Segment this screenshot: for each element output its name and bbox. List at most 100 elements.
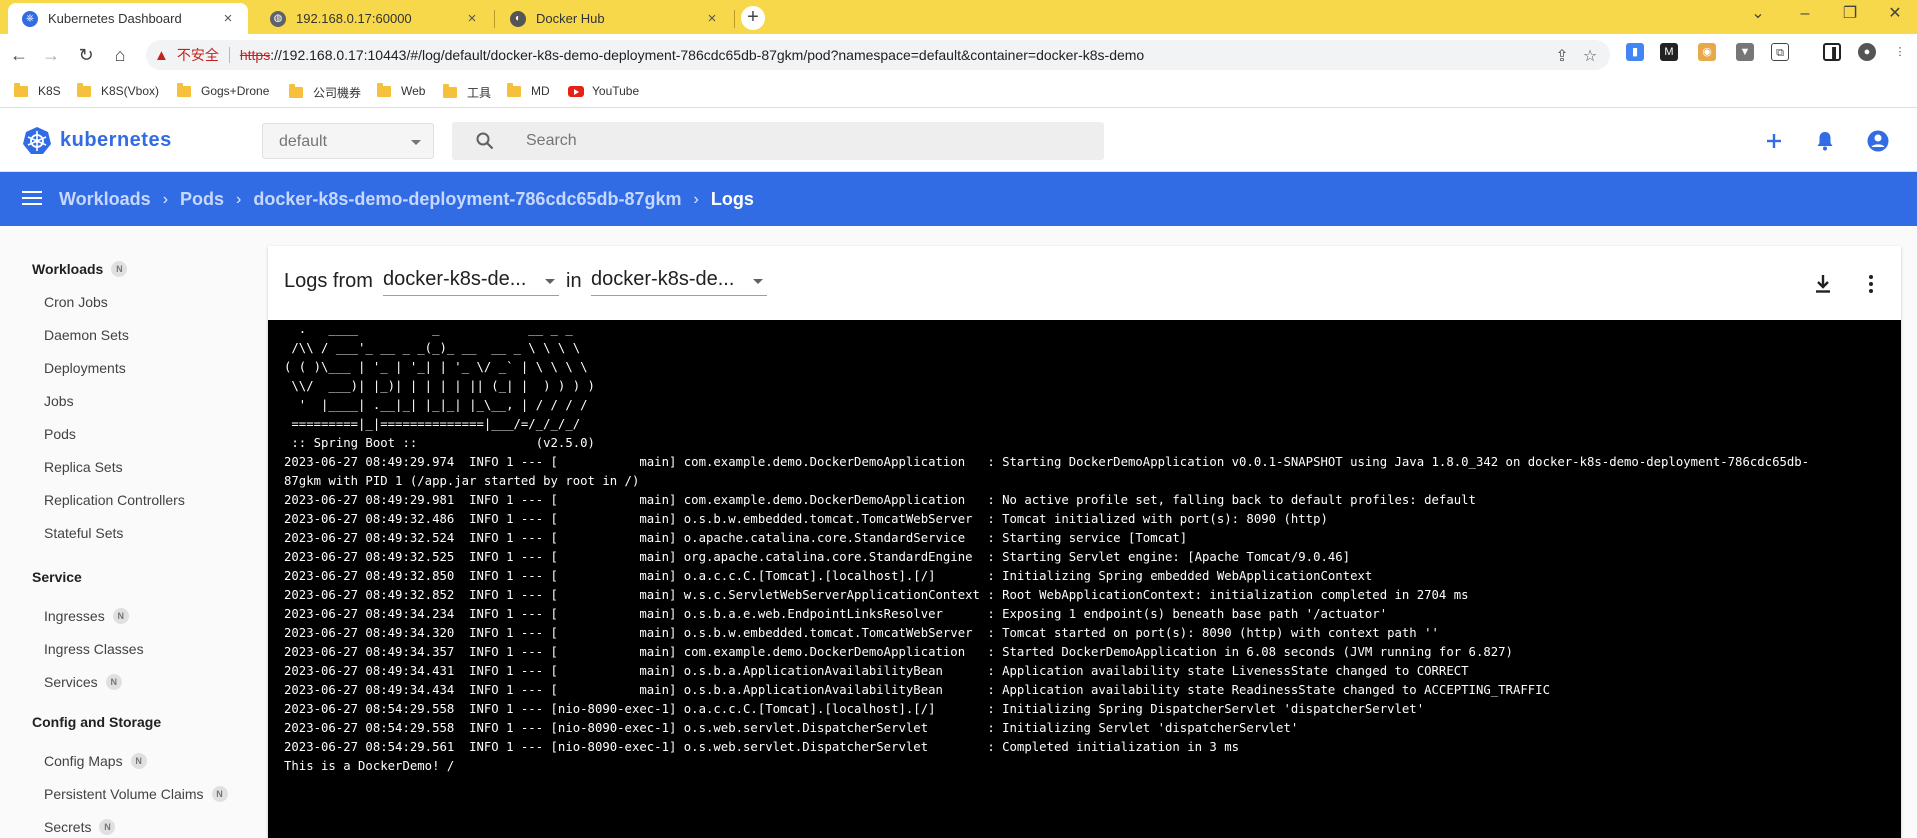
sidebar-item-pods[interactable]: Pods	[44, 426, 76, 442]
sidebar-section-workloads[interactable]: Workloads N	[32, 261, 128, 277]
restore-icon[interactable]: ❐	[1828, 0, 1872, 30]
browser-tabstrip: ⎈ Kubernetes Dashboard × ◍ 192.168.0.17:…	[0, 0, 1917, 34]
namespace-select[interactable]: default	[262, 123, 434, 159]
bookmark-gogs-drone[interactable]: Gogs+Drone	[177, 82, 269, 98]
menu-icon[interactable]	[22, 191, 42, 207]
close-icon[interactable]: ×	[220, 10, 236, 27]
log-line: \\/ ___)| |_)| | | | | || (_| | ) ) ) )	[284, 379, 595, 393]
extension-medium-icon[interactable]: M	[1660, 43, 1678, 61]
close-window-icon[interactable]: ✕	[1873, 0, 1917, 30]
back-icon[interactable]: ←	[6, 42, 32, 68]
bookmark-k8s-vbox[interactable]: K8S(Vbox)	[77, 82, 159, 98]
extension-screenshot-icon[interactable]: ◉	[1698, 43, 1716, 61]
tab-docker-hub[interactable]: ◐ Docker Hub ×	[496, 3, 732, 34]
sidebar-section-service[interactable]: Service	[32, 569, 82, 585]
minimize-icon[interactable]: –	[1783, 0, 1827, 30]
bookmark-md[interactable]: MD	[507, 82, 550, 98]
sidebar-item-deployments[interactable]: Deployments	[44, 360, 126, 376]
bookmark-company[interactable]: 公司機券	[289, 84, 361, 101]
search-input[interactable]	[526, 122, 1086, 160]
tab-divider	[494, 10, 495, 28]
address-bar[interactable]: ▲ 不安全 https ://192.168.0.17:10443/#/log/…	[146, 40, 1610, 70]
namespaced-badge: N	[111, 261, 128, 277]
sidebar-item-jobs[interactable]: Jobs	[44, 393, 74, 409]
breadcrumb-pods[interactable]: Pods	[180, 189, 224, 210]
log-line: 87gkm with PID 1 (/app.jar started by ro…	[284, 474, 640, 488]
browser-toolbar: ← → ↻ ⌂ ▲ 不安全 https ://192.168.0.17:1044…	[0, 34, 1917, 76]
breadcrumb-workloads[interactable]: Workloads	[59, 189, 151, 210]
chevron-down-icon	[753, 279, 763, 284]
kubernetes-logo-icon[interactable]	[22, 126, 52, 156]
tab-divider	[734, 10, 735, 28]
search-bar[interactable]	[452, 122, 1104, 160]
sidebar-item-replica-sets[interactable]: Replica Sets	[44, 459, 123, 475]
new-tab-button[interactable]: +	[741, 6, 765, 30]
log-line: 2023-06-27 08:49:29.981 INFO 1 --- [ mai…	[284, 493, 1476, 507]
logs-card-header: Logs from docker-k8s-de... in docker-k8s…	[268, 246, 1901, 320]
forward-icon[interactable]: →	[38, 42, 64, 68]
sidebar-item-stateful-sets[interactable]: Stateful Sets	[44, 525, 123, 541]
kubernetes-favicon-icon: ⎈	[22, 10, 38, 27]
extension-translate-icon[interactable]: ▮	[1626, 43, 1644, 61]
browser-menu-icon[interactable]: ⋮	[1891, 43, 1909, 61]
tab-search-icon[interactable]: ⌄	[1736, 0, 1780, 30]
breadcrumb: Workloads › Pods › docker-k8s-demo-deplo…	[59, 189, 754, 210]
folder-icon	[377, 82, 391, 97]
brand-name[interactable]: kubernetes	[60, 129, 172, 152]
chevron-down-icon	[545, 279, 555, 284]
account-circle-icon[interactable]	[1865, 128, 1891, 154]
sidebar-item-ingresses[interactable]: Ingresses N	[44, 608, 129, 624]
bookmark-k8s[interactable]: K8S	[14, 82, 61, 98]
breadcrumb-bar: Workloads › Pods › docker-k8s-demo-deplo…	[0, 172, 1917, 226]
add-icon[interactable]	[1761, 128, 1787, 154]
security-label[interactable]: 不安全	[177, 45, 219, 65]
logs-card: Logs from docker-k8s-de... in docker-k8s…	[268, 246, 1901, 838]
download-icon[interactable]	[1811, 272, 1835, 296]
log-line: ' |____| .__|_| |_|_| |_\__, | / / / /	[284, 398, 588, 412]
tab-kubernetes-dashboard[interactable]: ⎈ Kubernetes Dashboard ×	[8, 3, 248, 34]
bookmark-tools[interactable]: 工具	[443, 84, 491, 101]
close-icon[interactable]: ×	[464, 10, 480, 27]
warning-icon[interactable]: ▲	[154, 47, 169, 64]
chevron-right-icon: ›	[236, 190, 242, 208]
container-select[interactable]: docker-k8s-de...	[591, 268, 767, 296]
log-line: 2023-06-27 08:49:34.434 INFO 1 --- [ mai…	[284, 683, 1550, 697]
sidebar-section-config-storage[interactable]: Config and Storage	[32, 714, 161, 730]
side-panel-icon[interactable]: ▐	[1823, 43, 1841, 61]
more-vert-icon[interactable]	[1859, 272, 1883, 296]
extensions-puzzle-icon[interactable]: ⧉	[1771, 43, 1789, 61]
chevron-down-icon	[411, 140, 421, 145]
bookmark-web[interactable]: Web	[377, 82, 425, 98]
log-line: ( ( )\___ | '_ | '_| | '_ \/ _` | \ \ \ …	[284, 360, 588, 374]
sidebar-item-persistent-volume-claims[interactable]: Persistent Volume Claims N	[44, 786, 228, 802]
in-label: in	[566, 270, 582, 292]
log-line: 2023-06-27 08:49:32.525 INFO 1 --- [ mai…	[284, 550, 1351, 564]
sidebar-item-replication-controllers[interactable]: Replication Controllers	[44, 492, 185, 508]
sidebar-item-ingress-classes[interactable]: Ingress Classes	[44, 641, 144, 657]
youtube-icon	[568, 85, 584, 97]
share-icon[interactable]: ⇪	[1552, 46, 1572, 66]
notifications-bell-icon[interactable]	[1812, 128, 1838, 154]
sidebar-item-services[interactable]: Services N	[44, 674, 122, 690]
sidebar-item-label: Daemon Sets	[44, 327, 129, 343]
url-protocol: https	[239, 47, 271, 63]
close-icon[interactable]: ×	[704, 10, 720, 27]
sidebar-item-label: Jobs	[44, 393, 74, 409]
bookmark-star-icon[interactable]: ☆	[1580, 46, 1600, 66]
breadcrumb-pod-name[interactable]: docker-k8s-demo-deployment-786cdc65db-87…	[253, 189, 681, 210]
sidebar-item-secrets[interactable]: Secrets N	[44, 819, 116, 835]
sidebar-item-config-maps[interactable]: Config Maps N	[44, 753, 147, 769]
profile-avatar-icon[interactable]: ●	[1858, 43, 1876, 61]
breadcrumb-current: Logs	[710, 189, 754, 209]
reload-icon[interactable]: ↻	[73, 42, 99, 68]
log-line: =========|_|==============|___/=/_/_/_/	[284, 417, 581, 431]
tab-192-168-0-17[interactable]: ◍ 192.168.0.17:60000 ×	[256, 3, 492, 34]
extension-vue-icon[interactable]: ▼	[1736, 43, 1754, 61]
home-icon[interactable]: ⌂	[107, 42, 133, 68]
sidebar-item-daemon-sets[interactable]: Daemon Sets	[44, 327, 129, 343]
sidebar-item-cron-jobs[interactable]: Cron Jobs	[44, 294, 108, 310]
namespaced-badge: N	[105, 674, 122, 690]
log-line: 2023-06-27 08:49:32.852 INFO 1 --- [ mai…	[284, 588, 1469, 602]
bookmark-youtube[interactable]: YouTube	[568, 84, 639, 98]
pod-select[interactable]: docker-k8s-de...	[383, 268, 559, 296]
